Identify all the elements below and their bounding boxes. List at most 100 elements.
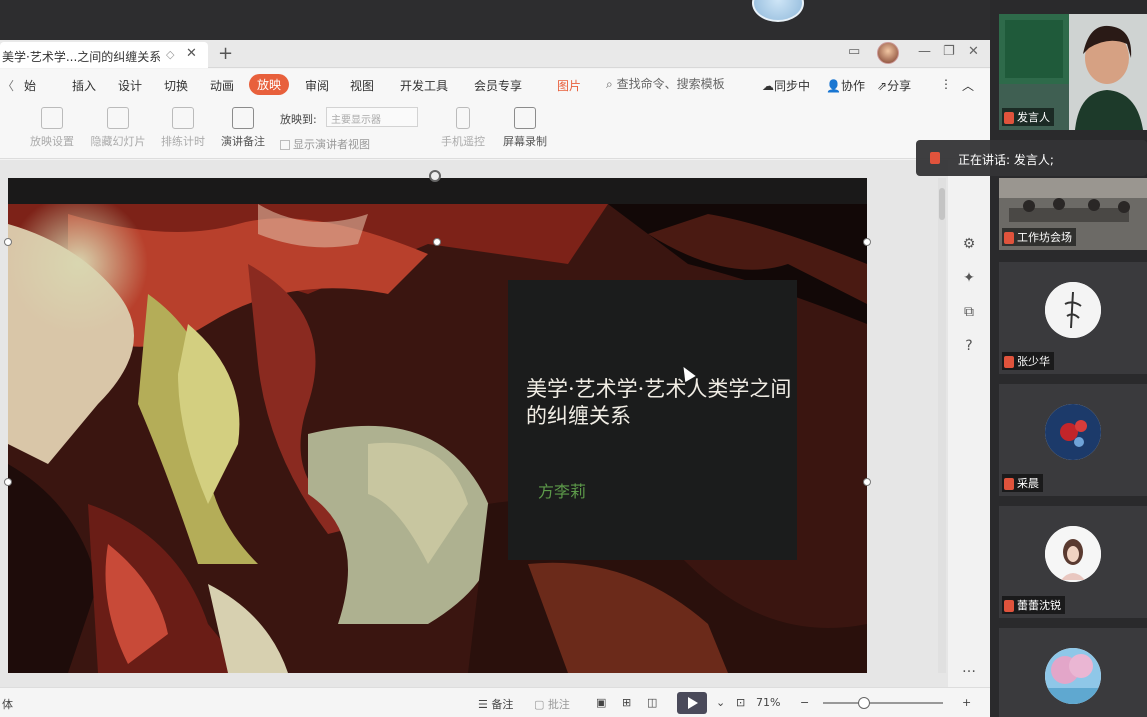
participant-tile-4[interactable]: 采晨	[999, 384, 1147, 496]
participant-name: 蕾蕾沈锐	[1002, 596, 1065, 614]
collab-button[interactable]: 👤协作	[826, 77, 865, 94]
tab-pin-icon[interactable]: ◇	[166, 48, 174, 61]
slide-author[interactable]: 方李莉	[538, 478, 586, 502]
timer-icon	[172, 107, 194, 129]
more-dots-icon[interactable]: …	[960, 660, 978, 678]
rotate-handle[interactable]	[429, 170, 441, 182]
restore-icon[interactable]: ❐	[943, 44, 955, 59]
pin-icon[interactable]: ✦	[960, 270, 978, 288]
participant-panel: 发言人 工作坊会场 张少华 采晨 蕾蕾沈锐	[990, 0, 1147, 717]
menu-item-developer[interactable]: 开发工具	[400, 77, 448, 94]
screen-record-label: 屏幕录制	[503, 135, 547, 148]
rehearse-timing-button[interactable]: 排练计时	[156, 107, 210, 149]
resize-handle-top[interactable]	[433, 238, 441, 246]
mic-icon	[1004, 112, 1014, 124]
menu-item-start[interactable]: 始	[24, 77, 36, 94]
play-slideshow-button[interactable]	[677, 692, 707, 714]
hide-slide-button[interactable]: 隐藏幻灯片	[88, 107, 148, 149]
notes-icon	[232, 107, 254, 129]
menu-item-review[interactable]: 审阅	[305, 77, 329, 94]
participant-tile-speaker[interactable]: 发言人	[999, 14, 1147, 130]
more-icon[interactable]: ⋮	[940, 77, 952, 91]
participant-tile-3[interactable]: 张少华	[999, 262, 1147, 374]
play-options-icon[interactable]: ⌄	[716, 696, 725, 709]
slideshow-settings-button[interactable]: 放映设置	[24, 107, 80, 149]
ribbon-menu-bar: 〈 始 插入 设计 切换 动画 放映 审阅 视图 开发工具 会员专享 图片 ⌕ …	[0, 69, 990, 101]
speaker-notes-button[interactable]: 演讲备注	[216, 107, 270, 149]
zoom-out-icon[interactable]: −	[800, 696, 809, 709]
fit-window-icon[interactable]: ⊡	[736, 696, 745, 709]
menu-item-transition[interactable]: 切换	[164, 77, 188, 94]
zoom-slider[interactable]	[823, 702, 943, 704]
screen-record-button[interactable]: 屏幕录制	[498, 107, 552, 149]
status-bar: 体 ☰ 备注 ▢ 批注 ▣ ⊞ ◫ ⌄ ⊡ 71% − +	[0, 687, 990, 717]
slide-top-band	[8, 178, 867, 204]
participant-tile-6[interactable]	[999, 628, 1147, 717]
reading-view-icon[interactable]: ◫	[647, 696, 657, 709]
menu-item-insert[interactable]: 插入	[72, 77, 96, 94]
avatar	[1045, 404, 1101, 460]
participant-name-text: 发言人	[1017, 111, 1050, 124]
normal-view-icon[interactable]: ▣	[596, 696, 606, 709]
help-icon[interactable]: ?	[960, 338, 978, 356]
share-button[interactable]: ⇗分享	[877, 77, 911, 94]
format-icon[interactable]: ⧉	[960, 304, 978, 322]
resize-handle-top-right[interactable]	[863, 238, 871, 246]
menu-item-slideshow[interactable]: 放映	[249, 74, 290, 95]
status-left-text: 体	[2, 698, 13, 711]
close-window-icon[interactable]: ✕	[968, 44, 979, 59]
participant-name-text: 蕾蕾沈锐	[1017, 599, 1061, 612]
document-tab[interactable]: 美学·艺术学...之间的纠缠关系 ◇ ✕	[0, 42, 208, 68]
vertical-scrollbar[interactable]	[938, 178, 946, 673]
phone-icon	[456, 107, 470, 129]
resize-handle-right[interactable]	[863, 478, 871, 486]
hide-slide-label: 隐藏幻灯片	[90, 135, 146, 148]
menu-item-view[interactable]: 视图	[350, 77, 374, 94]
participant-tile-room[interactable]: 工作坊会场	[999, 178, 1147, 250]
menu-item-animation[interactable]: 动画	[210, 77, 234, 94]
sync-status[interactable]: ☁同步中	[762, 77, 810, 94]
ribbon-prev-icon[interactable]: 〈	[2, 77, 14, 94]
zoom-in-icon[interactable]: +	[962, 696, 971, 709]
right-tool-rail: ⚙ ✦ ⧉ ? …	[948, 160, 990, 687]
notes-toggle[interactable]: ☰ 备注	[478, 696, 513, 712]
scroll-thumb[interactable]	[939, 188, 945, 220]
meeting-top-bar	[0, 0, 990, 40]
minimize-icon[interactable]: —	[918, 44, 931, 59]
window-layout-icon[interactable]: ▭	[848, 44, 860, 59]
properties-icon[interactable]: ⚙	[960, 236, 978, 254]
slide[interactable]: 美学·艺术学·艺术人类学之间的纠缠关系 方李莉	[8, 178, 867, 673]
zoom-level[interactable]: 71%	[756, 696, 780, 709]
presenter-view-checkbox[interactable]: 显示演讲者视图	[280, 136, 370, 152]
search-icon: ⌕	[606, 77, 613, 91]
mic-icon	[930, 152, 940, 164]
notes-label: 备注	[491, 698, 514, 711]
monitor-label: 放映到:	[280, 113, 317, 126]
participant-name: 张少华	[1002, 352, 1054, 370]
resize-handle-left[interactable]	[4, 478, 12, 486]
phone-remote-button[interactable]: 手机遥控	[436, 107, 490, 149]
monitor-select[interactable]: 主要显示器	[326, 107, 418, 127]
slideshow-settings-label: 放映设置	[30, 135, 74, 148]
user-avatar[interactable]	[877, 42, 899, 64]
close-tab-icon[interactable]: ✕	[186, 46, 197, 61]
resize-handle-top-left[interactable]	[4, 238, 12, 246]
command-search[interactable]: ⌕ 查找命令、搜索模板	[606, 75, 746, 95]
participant-avatar-top[interactable]	[752, 0, 804, 22]
menu-item-picture[interactable]: 图片	[557, 77, 581, 94]
sync-label: 同步中	[774, 79, 811, 93]
slide-title[interactable]: 美学·艺术学·艺术人类学之间的纠缠关系	[526, 376, 792, 430]
participant-tile-5[interactable]: 蕾蕾沈锐	[999, 506, 1147, 618]
new-tab-button[interactable]: +	[218, 43, 233, 64]
grid-view-icon[interactable]: ⊞	[622, 696, 631, 709]
record-icon	[514, 107, 536, 129]
title-text-box[interactable]: 美学·艺术学·艺术人类学之间的纠缠关系 方李莉	[508, 280, 797, 560]
avatar	[1045, 648, 1101, 704]
mic-icon	[1004, 356, 1014, 368]
menu-item-design[interactable]: 设计	[118, 77, 142, 94]
zoom-slider-knob[interactable]	[858, 697, 870, 709]
comment-toggle[interactable]: ▢ 批注	[534, 696, 570, 712]
settings-icon	[41, 107, 63, 129]
collapse-ribbon-icon[interactable]: ︿	[962, 77, 974, 94]
menu-item-member[interactable]: 会员专享	[474, 77, 522, 94]
